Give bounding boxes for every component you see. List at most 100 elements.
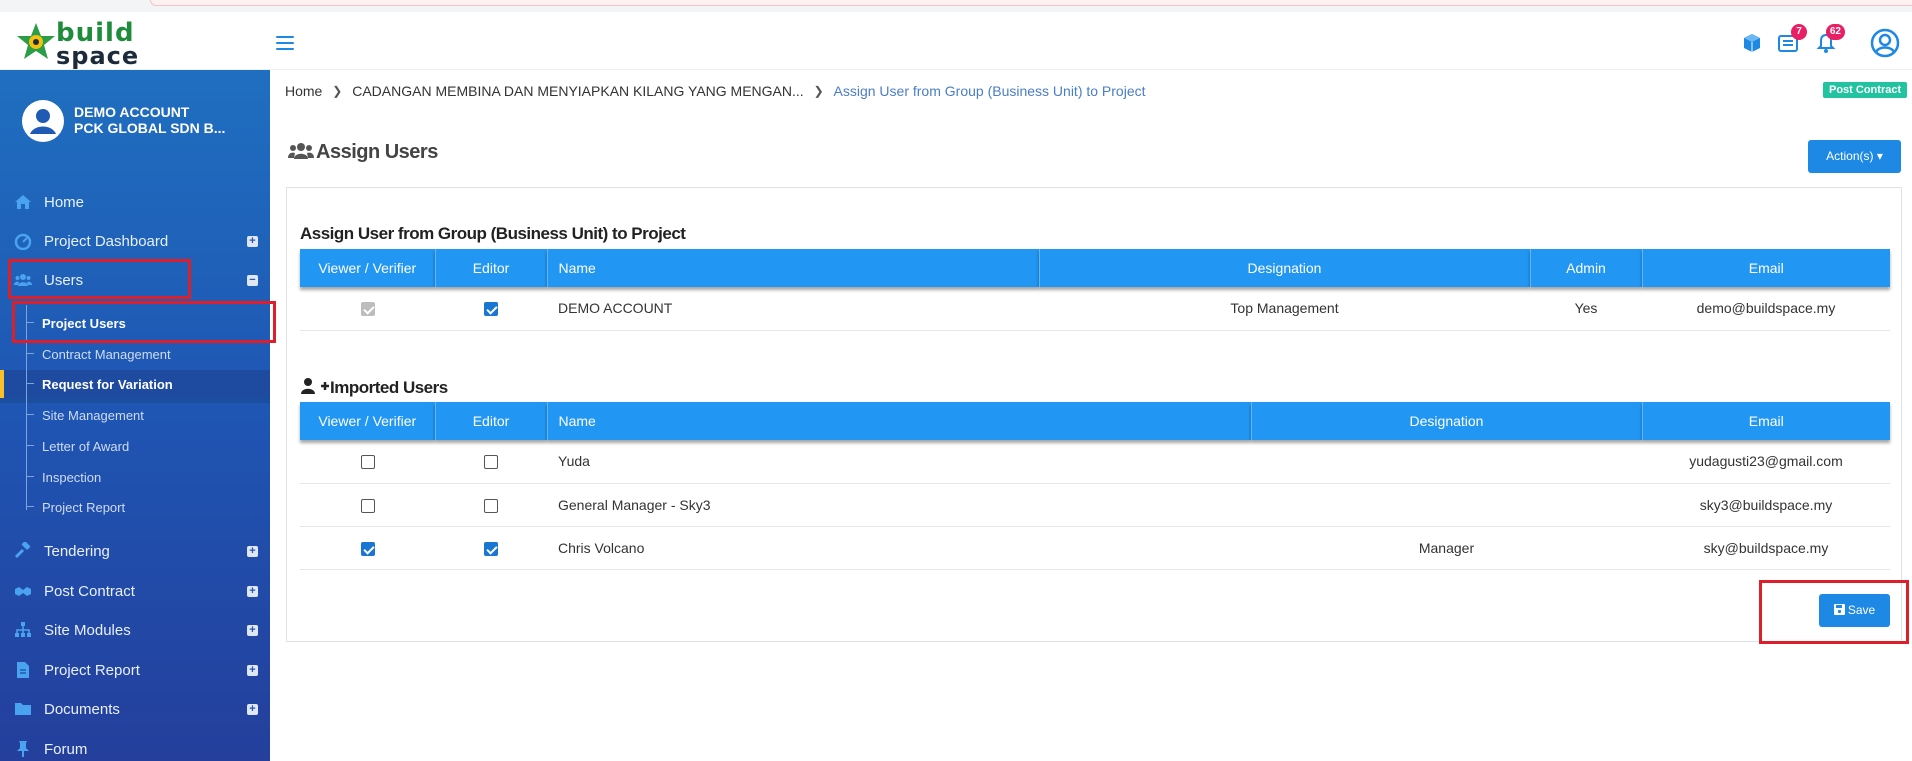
viewer-checkbox[interactable] [360, 541, 375, 556]
viewer-checkbox[interactable] [360, 455, 375, 470]
chevron-right-icon: ❯ [332, 84, 343, 99]
group-section-title: Assign User from Group (Business Unit) t… [300, 224, 686, 243]
sidebar-subitem-project-report[interactable]: Project Report [0, 493, 270, 521]
hamburger-menu-icon[interactable] [276, 36, 294, 50]
company-name: PCK GLOBAL SDN B... [74, 120, 226, 136]
user-email: yudagusti23@gmail.com [1642, 440, 1890, 484]
column-header: Email [1642, 249, 1890, 287]
save-button[interactable]: Save [1819, 594, 1890, 627]
table-row: DEMO ACCOUNT Top Management Yes demo@bui… [300, 287, 1890, 331]
imported-section-title: Imported Users [300, 377, 448, 398]
column-header: Name [547, 402, 1252, 440]
sidebar-subitem-contract-management[interactable]: Contract Management [0, 340, 270, 368]
collapse-icon[interactable]: − [247, 275, 258, 286]
logo-star-icon [17, 23, 55, 59]
table-row: General Manager - Sky3 sky3@buildspace.m… [300, 483, 1890, 527]
bell-icon[interactable]: 62 [1815, 24, 1845, 54]
breadcrumb: Home ❯ CADANGAN MEMBINA DAN MENYIAPKAN K… [285, 82, 1146, 99]
sidebar-subitem-letter-of-award[interactable]: Letter of Award [0, 432, 270, 460]
user-email: sky3@buildspace.my [1642, 483, 1890, 527]
alert-strip [150, 0, 1912, 6]
user-circle-icon[interactable] [1870, 28, 1900, 58]
tasks-badge: 7 [1791, 24, 1807, 40]
home-icon [15, 195, 31, 209]
user-admin: Yes [1530, 287, 1642, 331]
column-header: Designation [1039, 249, 1531, 287]
buildspace-logo[interactable]: build space [16, 18, 156, 70]
column-header: Editor [435, 249, 548, 287]
sidebar-item-project-report[interactable]: Project Report + [0, 654, 270, 686]
user-name: General Manager - Sky3 [547, 483, 1251, 527]
breadcrumb-project[interactable]: CADANGAN MEMBINA DAN MENYIAPKAN KILANG Y… [352, 83, 803, 99]
user-name: DEMO ACCOUNT [547, 287, 1039, 331]
actions-dropdown-button[interactable]: Action(s) ▾ [1808, 140, 1901, 173]
breadcrumb-current: Assign User from Group (Business Unit) t… [833, 83, 1146, 100]
column-header: Editor [435, 402, 548, 440]
cube-icon[interactable] [1741, 32, 1763, 54]
expand-icon[interactable]: + [247, 236, 258, 247]
sidebar-item-documents[interactable]: Documents + [0, 693, 270, 725]
column-header: Name [547, 249, 1040, 287]
table-row: Chris Volcano Manager sky@buildspace.my [300, 526, 1890, 570]
status-badge: Post Contract [1823, 82, 1908, 98]
sidebar-item-post-contract[interactable]: Post Contract + [0, 575, 270, 607]
editor-checkbox[interactable] [484, 302, 498, 317]
viewer-checkbox[interactable] [360, 498, 375, 513]
editor-checkbox[interactable] [484, 541, 498, 556]
sidebar-subitem-project-users[interactable]: Project Users [0, 309, 270, 337]
users-icon [14, 274, 32, 286]
sidebar-item-users[interactable]: Users − [0, 264, 270, 296]
sidebar-item-tendering[interactable]: Tendering + [0, 535, 270, 567]
tasks-icon[interactable]: 7 [1777, 24, 1807, 54]
column-header: Designation [1251, 402, 1643, 440]
user-designation [1251, 440, 1642, 484]
sidebar-subitem-site-management[interactable]: Site Management [0, 401, 270, 429]
browser-strip [0, 0, 1912, 12]
column-header: Viewer / Verifier [300, 249, 436, 287]
table-row: Yuda yudagusti23@gmail.com [300, 440, 1890, 484]
sidebar-subitem-request-for-variation[interactable]: Request for Variation [0, 370, 270, 398]
top-navbar: build space 7 62 [0, 12, 1912, 70]
sidebar-item-project-dashboard[interactable]: Project Dashboard + [0, 225, 270, 257]
editor-checkbox[interactable] [484, 498, 498, 513]
expand-icon[interactable]: + [247, 704, 258, 715]
sitemap-icon [15, 622, 31, 637]
expand-icon[interactable]: + [247, 625, 258, 636]
avatar [22, 100, 64, 142]
user-email: sky@buildspace.my [1642, 526, 1890, 570]
imported-users-table: Viewer / Verifier Editor Name Designatio… [300, 402, 1890, 570]
sidebar-item-site-modules[interactable]: Site Modules + [0, 614, 270, 646]
group-users-table: Viewer / Verifier Editor Name Designatio… [300, 249, 1890, 331]
editor-checkbox[interactable] [484, 455, 498, 470]
user-plus-icon [301, 378, 329, 394]
gavel-icon [14, 542, 31, 559]
expand-icon[interactable]: + [247, 665, 258, 676]
users-icon [288, 143, 314, 159]
expand-icon[interactable]: + [247, 546, 258, 557]
account-name: DEMO ACCOUNT [74, 104, 190, 120]
page-title: Assign Users [288, 141, 438, 164]
user-name: Yuda [547, 440, 1251, 484]
sidebar-item-forum[interactable]: Forum [0, 733, 270, 761]
sidebar-subitem-inspection[interactable]: Inspection [0, 463, 270, 491]
user-email: demo@buildspace.my [1642, 287, 1890, 331]
sidebar-item-home[interactable]: Home [0, 186, 270, 218]
pin-icon [17, 741, 29, 757]
viewer-checkbox [360, 302, 375, 317]
user-designation: Manager [1251, 526, 1642, 570]
user-designation [1251, 483, 1642, 527]
breadcrumb-home[interactable]: Home [285, 83, 322, 99]
handshake-icon [15, 587, 31, 596]
floppy-disk-icon [1833, 604, 1845, 615]
expand-icon[interactable]: + [247, 586, 258, 597]
column-header: Viewer / Verifier [300, 402, 436, 440]
file-icon [17, 662, 29, 678]
folder-icon [15, 703, 31, 715]
column-header: Email [1642, 402, 1890, 440]
dashboard-icon [14, 233, 32, 250]
column-header: Admin [1530, 249, 1643, 287]
notifications-badge: 62 [1825, 24, 1845, 40]
logo-word-space: space [56, 42, 140, 70]
chevron-right-icon: ❯ [813, 84, 824, 99]
user-designation: Top Management [1039, 287, 1530, 331]
